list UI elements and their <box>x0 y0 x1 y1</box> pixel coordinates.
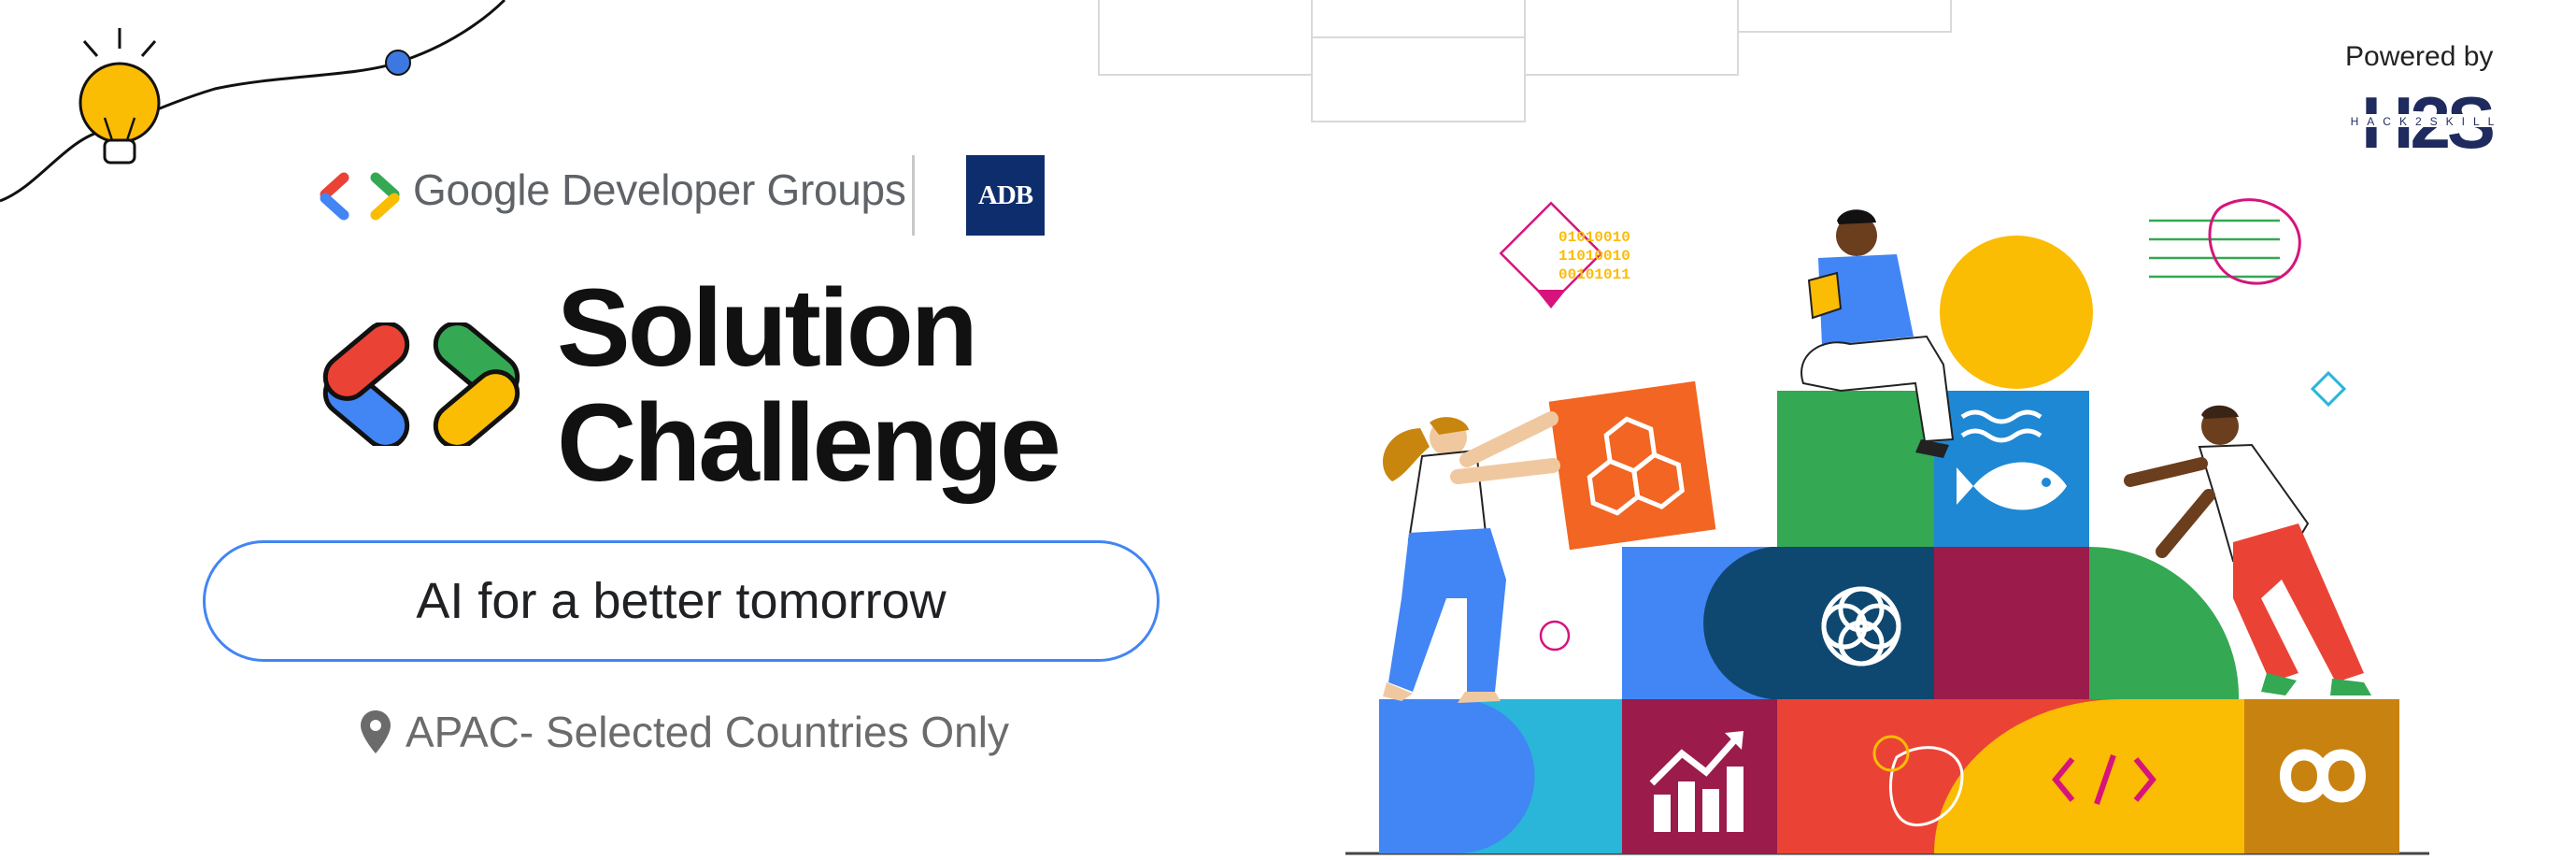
sun-circle <box>1940 236 2093 389</box>
blocks-illustration: 01010010 11010010 00101011 <box>1345 198 2429 855</box>
header-divider <box>912 155 915 236</box>
adb-logo: ADB <box>966 155 1045 236</box>
lightbulb-icon <box>78 28 161 165</box>
gdg-logo-icon <box>320 172 400 221</box>
string-bead-icon <box>385 50 411 76</box>
title-line-2: Challenge <box>557 381 1061 505</box>
binary-line-3: 00101011 <box>1558 266 1630 283</box>
green-block <box>1777 391 1934 547</box>
binary-text: 01010010 11010010 00101011 <box>1558 229 1630 283</box>
adb-logo-text: ADB <box>977 179 1033 210</box>
theme-pill: AI for a better tomorrow <box>203 540 1160 662</box>
theme-text: AI for a better tomorrow <box>416 573 946 629</box>
bottom-row-blocks <box>1379 699 2399 853</box>
pink-ring-decoration <box>1539 620 1571 652</box>
binary-line-1: 01010010 <box>1558 229 1630 246</box>
location-text: APAC- Selected Countries Only <box>406 708 1009 756</box>
middle-row-blocks <box>1622 547 2240 699</box>
lines-scribble-decoration <box>2149 198 2301 285</box>
solution-challenge-logo-icon <box>322 322 520 446</box>
cubes-block <box>1548 380 1716 551</box>
cyan-diamond-decoration <box>2310 370 2347 408</box>
binary-line-2: 11010010 <box>1558 248 1630 265</box>
title-line-1: Solution <box>557 266 978 390</box>
org-name: Google Developer Groups <box>413 165 906 214</box>
location-pin-icon <box>361 710 391 753</box>
woman-figure <box>1383 411 1560 703</box>
